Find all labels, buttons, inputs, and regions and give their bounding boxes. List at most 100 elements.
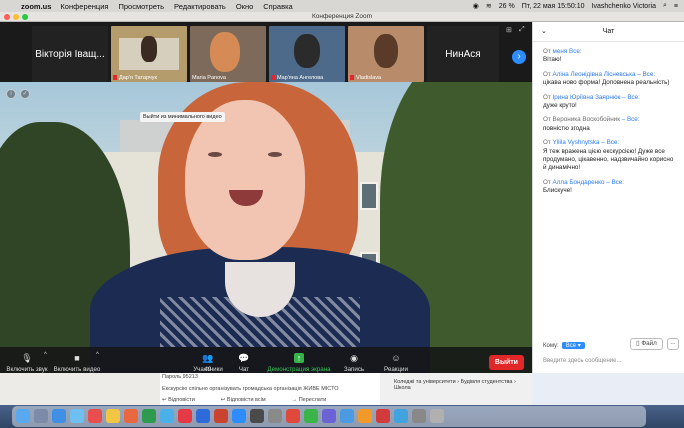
mail-password-text: Пароль 95213	[162, 374, 198, 380]
acrobat-icon[interactable]	[286, 409, 300, 423]
zoom-status-icon[interactable]: ◉	[473, 2, 479, 10]
chat-sender[interactable]: Ірина Юріївна Заярнюк	[553, 94, 621, 101]
file-icon: ▯	[636, 340, 640, 347]
menu-app-name[interactable]: zoom.us	[21, 2, 51, 11]
zoom-window-button[interactable]	[22, 14, 28, 20]
close-window-button[interactable]	[4, 14, 10, 20]
gallery-view-icon[interactable]: ⊞	[506, 26, 512, 34]
zoom-icon[interactable]	[232, 409, 246, 423]
chat-sender[interactable]: Аліна Леонідівна Лісневська	[553, 71, 636, 78]
calendar-icon[interactable]	[88, 409, 102, 423]
security-shield-icon[interactable]: ✓	[20, 89, 30, 99]
teams-icon[interactable]	[322, 409, 336, 423]
messages-icon[interactable]	[160, 409, 174, 423]
more-options-button[interactable]: ...	[667, 338, 679, 350]
background-window	[0, 373, 160, 405]
launchpad-icon[interactable]	[34, 409, 48, 423]
facetime-icon[interactable]	[142, 409, 156, 423]
participant-name-large: НинАся	[445, 48, 481, 60]
menu-help[interactable]: Справка	[263, 2, 292, 11]
participant-name: Maria Panova	[192, 75, 226, 81]
user-name[interactable]: Ivashchenko Victoria	[592, 3, 656, 10]
tooltip: Выйти из минимального видео	[140, 112, 225, 122]
finder-icon[interactable]	[16, 409, 30, 423]
fullscreen-icon[interactable]: ⤢	[519, 26, 525, 34]
participant-tile[interactable]: Дар'я Татарчук	[111, 26, 187, 82]
file-button[interactable]: ▯ Файл	[630, 338, 663, 350]
music-icon[interactable]	[178, 409, 192, 423]
participant-tile[interactable]: НинАся	[427, 26, 499, 82]
preview-icon[interactable]	[412, 409, 426, 423]
muted-mic-icon	[350, 75, 354, 81]
share-screen-button[interactable]: ↑ Демонстрация экрана	[262, 353, 336, 373]
excel-icon[interactable]	[304, 409, 318, 423]
participants-button[interactable]: 👥49 Участники	[188, 353, 228, 373]
chat-message: От Вероника Воскобойник – Все: повністю з…	[533, 116, 684, 133]
zoom-window: Конференция Zoom Вікторія Іващ... Дар'я …	[0, 12, 684, 385]
participants-icon: 👥49	[202, 353, 214, 373]
powerpoint-icon[interactable]	[214, 409, 228, 423]
participant-tile[interactable]: Vladislava	[348, 26, 424, 82]
recipient-dropdown[interactable]: Все ▾	[561, 342, 585, 349]
info-icon[interactable]: i	[6, 89, 16, 99]
background-window-right	[532, 373, 684, 405]
chevron-up-icon[interactable]: ^	[44, 352, 47, 358]
control-center-icon[interactable]: ≡	[674, 3, 678, 10]
chat-message: От меня Все: Вітаю!	[533, 48, 684, 65]
video-top-icons: i ✓	[6, 89, 30, 99]
appstore-icon[interactable]	[250, 409, 264, 423]
dock-bar	[12, 406, 646, 427]
notes-icon[interactable]	[106, 409, 120, 423]
participant-tile[interactable]: Maria Panova	[190, 26, 266, 82]
chevron-down-icon[interactable]: ⌄	[541, 22, 547, 42]
record-button[interactable]: ◉ Запись	[340, 353, 368, 373]
wifi-icon[interactable]: ≋	[486, 2, 492, 10]
chevron-up-icon[interactable]: ^	[96, 352, 99, 358]
reactions-button[interactable]: ☺ Реакции	[380, 353, 412, 373]
photos-icon[interactable]	[124, 409, 138, 423]
chat-message: От Алла Бондаренко – Все: Блискуче!	[533, 179, 684, 196]
word-icon[interactable]	[196, 409, 210, 423]
chat-button[interactable]: 💬 Чат	[232, 353, 256, 373]
clock[interactable]: Пт, 22 мая 15:50:10	[522, 3, 585, 10]
chat-title: Чат	[602, 28, 615, 35]
menu-view[interactable]: Просмотреть	[118, 2, 164, 11]
speaker	[268, 152, 282, 157]
participant-name: Дар'я Татарчук	[113, 75, 157, 81]
chat-sender[interactable]: Алла Бондаренко	[553, 179, 605, 186]
chat-panel: ⌄ Чат От меня Все: Вітаю! От Аліна Леонід…	[532, 22, 684, 373]
reply-button[interactable]: ↩ Відповісти	[162, 397, 195, 403]
next-page-arrow-icon[interactable]: ›	[512, 50, 526, 64]
menu-conference[interactable]: Конференция	[60, 2, 108, 11]
chat-sender[interactable]: Yllila Vyshnytska	[553, 139, 600, 146]
participant-tile[interactable]: Вікторія Іващ...	[32, 26, 108, 82]
participant-tile[interactable]: Мар'яна Ангелова	[269, 26, 345, 82]
menu-edit[interactable]: Редактировать	[174, 2, 226, 11]
skype-icon[interactable]	[394, 409, 408, 423]
vlc-icon[interactable]	[358, 409, 372, 423]
reactions-icon: ☺	[391, 353, 401, 363]
chat-text: повністю згодна	[543, 124, 590, 132]
safari-icon[interactable]	[52, 409, 66, 423]
search-icon[interactable]: ⌕	[663, 2, 667, 10]
settings-icon[interactable]	[268, 409, 282, 423]
chat-sender[interactable]: Вероника Воскобойник	[553, 116, 620, 123]
chat-sender[interactable]: меня	[553, 48, 568, 55]
background-browser-window: Коледжі та університети › Будівля студен…	[380, 373, 532, 405]
telegram-icon[interactable]	[340, 409, 354, 423]
browser-breadcrumb[interactable]: Коледжі та університети › Будівля студен…	[394, 379, 524, 391]
menu-bar: zoom.us Конференция Просмотреть Редактир…	[0, 0, 684, 12]
status-area: ◉ ≋ 26 % Пт, 22 мая 15:50:10 Ivashchenko…	[473, 0, 678, 12]
start-video-button[interactable]: ■ Включить видео	[52, 353, 102, 373]
menu-window[interactable]: Окно	[236, 2, 253, 11]
minimize-window-button[interactable]	[13, 14, 19, 20]
chat-message-input[interactable]: Введите здесь сообщение...	[543, 358, 622, 364]
opera-icon[interactable]	[376, 409, 390, 423]
reply-all-button[interactable]: ↩ Відповісти всім	[221, 397, 266, 403]
trash-icon[interactable]	[430, 409, 444, 423]
mail-excursion-text: Екскурсію спільно організувать громадськ…	[162, 386, 339, 392]
leave-meeting-button[interactable]: Выйти	[488, 355, 524, 370]
mail-icon[interactable]	[70, 409, 84, 423]
battery-percent: 26 %	[498, 2, 515, 10]
forward-button[interactable]: → Переслати	[292, 397, 327, 403]
